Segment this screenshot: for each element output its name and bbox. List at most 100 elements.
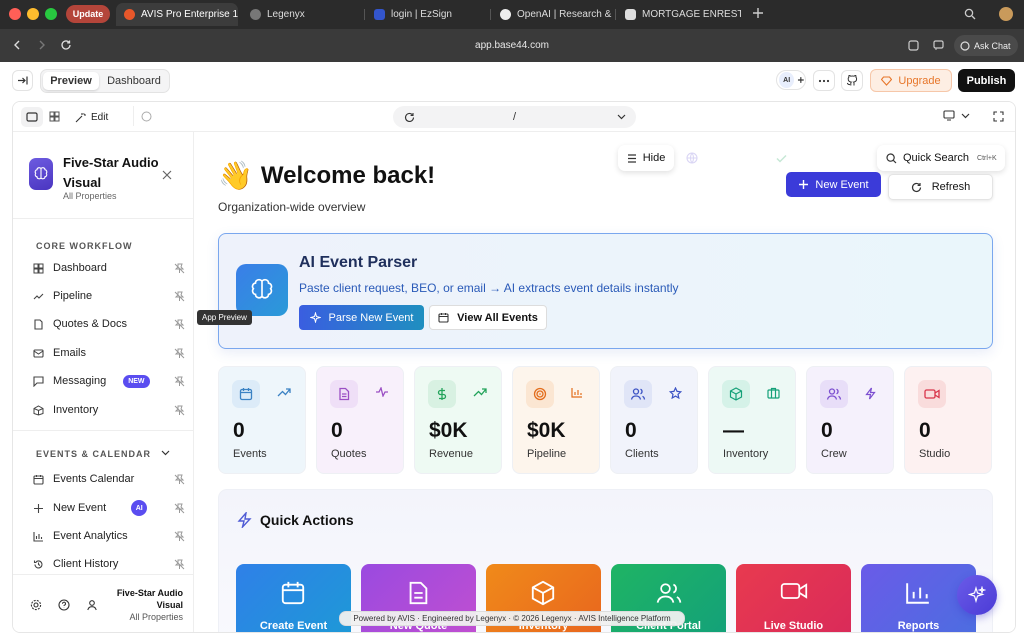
ai-assistant-button[interactable] — [957, 575, 997, 615]
tab-label: MORTGAGE ENREST - — [642, 9, 741, 20]
stat-label: Crew — [821, 448, 847, 460]
profile-avatar[interactable] — [999, 7, 1013, 21]
close-window-button[interactable] — [9, 8, 21, 20]
pin-off-icon[interactable] — [174, 559, 185, 570]
stat-card-clients[interactable]: 0 Clients — [610, 366, 698, 474]
sidebar-item-emails[interactable]: Emails — [33, 342, 185, 364]
grid-view-button[interactable] — [49, 111, 60, 122]
pin-off-icon[interactable] — [174, 531, 185, 542]
search-tabs-icon[interactable] — [964, 8, 976, 20]
quick-search-label: Quick Search — [903, 152, 970, 164]
pin-off-icon[interactable] — [174, 376, 185, 387]
minimize-window-button[interactable] — [27, 8, 39, 20]
sidebar-item-new-event[interactable]: New Event AI — [33, 497, 185, 519]
stat-card-revenue[interactable]: $0K Revenue — [414, 366, 502, 474]
new-tab-icon[interactable] — [751, 6, 765, 20]
edit-button[interactable]: Edit — [75, 107, 108, 127]
view-all-events-button[interactable]: View All Events — [429, 305, 547, 330]
stat-card-inventory[interactable]: — Inventory — [708, 366, 796, 474]
maximize-window-button[interactable] — [45, 8, 57, 20]
single-view-button[interactable] — [21, 107, 43, 127]
user-icon[interactable] — [86, 599, 98, 611]
quick-action-label: Reports — [897, 620, 940, 632]
brand-logo — [29, 158, 53, 190]
publish-button[interactable]: Publish — [958, 69, 1015, 92]
stat-card-pipeline[interactable]: $0K Pipeline — [512, 366, 600, 474]
ask-chat-label: Ask Chat — [974, 40, 1011, 51]
quick-action-label: Create Event — [259, 620, 328, 632]
ai-badge: AI — [131, 500, 148, 516]
tab-avis[interactable]: AVIS Pro Enterprise 1.0 — [116, 3, 238, 26]
sidebar-item-inventory[interactable]: Inventory — [33, 399, 185, 421]
settings-icon[interactable] — [30, 599, 42, 611]
extension-icon[interactable] — [933, 40, 944, 51]
chat-icon — [960, 40, 970, 51]
quick-search-button[interactable]: Quick Search Ctrl+K — [877, 145, 1005, 171]
parse-new-event-button[interactable]: Parse New Event — [299, 305, 424, 330]
pin-off-icon[interactable] — [174, 263, 185, 274]
stat-value: — — [723, 419, 744, 442]
tab-openai[interactable]: OpenAI | Research & D — [492, 3, 614, 26]
new-event-button[interactable]: New Event — [786, 172, 881, 197]
sidebar-item-quotes[interactable]: Quotes & Docs — [33, 313, 185, 335]
tab-legenyx[interactable]: Legenyx — [242, 3, 362, 26]
device-selector[interactable] — [943, 110, 970, 121]
quick-action-create-event[interactable]: Create Event — [236, 564, 351, 632]
mail-icon — [33, 348, 44, 358]
pin-off-icon[interactable] — [174, 405, 185, 416]
sidebar-item-dashboard[interactable]: Dashboard — [33, 257, 185, 279]
chevron-down-icon[interactable] — [161, 450, 170, 456]
update-button[interactable]: Update — [66, 5, 110, 23]
stat-label: Clients — [625, 448, 659, 460]
tab-label: Legenyx — [267, 9, 305, 20]
hide-button[interactable]: Hide — [618, 145, 674, 171]
refresh-button[interactable]: Refresh — [888, 174, 993, 200]
magic-wand-icon — [75, 112, 86, 122]
more-options-button[interactable] — [813, 70, 835, 91]
tab-mortgage[interactable]: MORTGAGE ENREST - — [617, 3, 741, 26]
preview-tab[interactable]: Preview — [43, 72, 99, 90]
github-button[interactable] — [841, 70, 863, 91]
stat-card-events[interactable]: 0 Events — [218, 366, 306, 474]
pin-off-icon[interactable] — [174, 319, 185, 330]
sidebar-item-events-calendar[interactable]: Events Calendar — [33, 468, 185, 490]
faded-toolbar — [686, 145, 866, 171]
stat-label: Studio — [919, 448, 951, 460]
refresh-icon[interactable] — [404, 112, 415, 123]
quick-action-live-studio[interactable]: Live Studio — [736, 564, 851, 632]
sidebar-item-pipeline[interactable]: Pipeline — [33, 285, 185, 307]
tab-ezsign[interactable]: login | EzSign — [366, 3, 486, 26]
calendar-icon — [33, 474, 44, 485]
fullscreen-button[interactable] — [993, 111, 1004, 122]
dashboard-tab[interactable]: Dashboard — [101, 72, 167, 90]
stat-label: Inventory — [723, 448, 769, 460]
section-heading-events[interactable]: EVENTS & CALENDAR — [36, 449, 151, 459]
upgrade-button[interactable]: Upgrade — [870, 69, 952, 92]
ask-chat-button[interactable]: Ask Chat — [954, 35, 1018, 56]
pin-off-icon[interactable] — [174, 291, 185, 302]
stat-card-studio[interactable]: 0 Studio — [904, 366, 992, 474]
tab-label: OpenAI | Research & D — [517, 9, 614, 20]
close-sidebar-icon[interactable] — [162, 170, 172, 180]
sidebar-item-messaging[interactable]: Messaging NEW — [33, 370, 185, 392]
stat-label: Revenue — [429, 448, 474, 460]
pin-off-icon[interactable] — [174, 503, 185, 514]
parse-new-event-label: Parse New Event — [328, 311, 414, 324]
calendar-icon — [232, 380, 260, 408]
section-heading-core: CORE WORKFLOW — [36, 241, 133, 251]
url-field[interactable]: app.base44.com — [0, 40, 1024, 51]
shield-icon[interactable] — [908, 40, 919, 51]
ai-collaborator-toggle[interactable]: AI — [776, 70, 806, 90]
openai-favicon-icon — [500, 9, 511, 20]
sidebar-item-event-analytics[interactable]: Event Analytics — [33, 525, 185, 547]
collapse-panel-button[interactable] — [12, 70, 33, 91]
path-selector[interactable]: / — [393, 106, 636, 128]
new-event-label: New Event — [815, 178, 869, 191]
sidebar-item-client-history[interactable]: Client History — [33, 553, 185, 575]
stat-card-crew[interactable]: 0 Crew — [806, 366, 894, 474]
pin-off-icon[interactable] — [174, 348, 185, 359]
palette-button[interactable] — [141, 111, 152, 122]
stat-card-quotes[interactable]: 0 Quotes — [316, 366, 404, 474]
pin-off-icon[interactable] — [174, 474, 185, 485]
help-icon[interactable] — [58, 599, 70, 611]
